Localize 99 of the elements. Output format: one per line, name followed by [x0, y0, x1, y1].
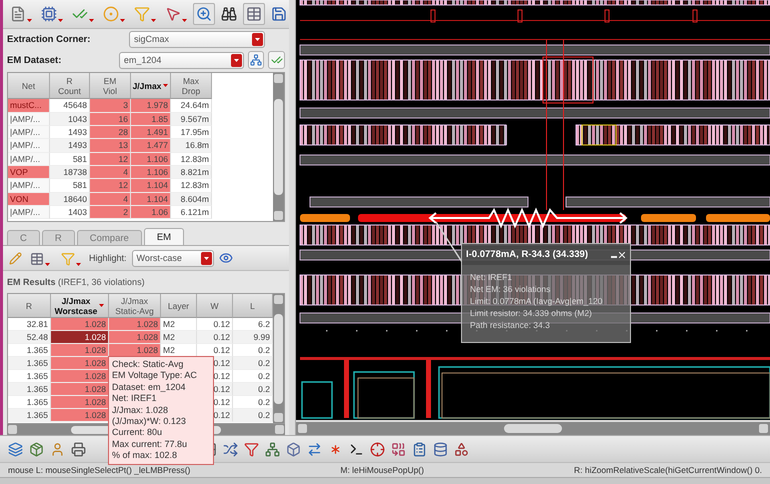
- table-cell: 0.2: [233, 409, 273, 422]
- table-cell: 581: [50, 152, 90, 166]
- tooltip-text: Current: 80u: [112, 427, 164, 439]
- highlight-label: Highlight:: [89, 253, 127, 264]
- table-cell: 1.028: [51, 318, 109, 331]
- tooltip-text: Dataset: em_1204: [112, 382, 187, 394]
- table-cell: 1.104: [131, 179, 171, 192]
- table-cell: 1.028: [51, 409, 109, 422]
- table-cell: 12: [90, 179, 131, 192]
- table-cell: 13: [90, 139, 131, 153]
- table-cell: 0.2: [233, 396, 273, 409]
- table-cell: 1.106: [131, 166, 171, 180]
- table-cell: 8.821m: [171, 166, 212, 180]
- table-cell: 4: [90, 166, 131, 180]
- table-cell: 6.2: [233, 318, 273, 331]
- table-cell: 9.567m: [171, 112, 212, 126]
- table-cell: 18640: [50, 192, 90, 206]
- table-cell: 1.028: [109, 331, 161, 344]
- table-cell: 1.106: [131, 152, 171, 166]
- table-cell: 18738: [50, 166, 90, 180]
- table-cell: 2: [90, 206, 131, 220]
- table-cell: 1.477: [131, 139, 171, 153]
- table-cell: |AMP/...: [8, 112, 50, 126]
- table-cell: 8.604m: [171, 192, 212, 206]
- table-cell: 0.2: [233, 370, 273, 383]
- table-cell: 1.104: [131, 192, 171, 206]
- table-cell: 1.491: [131, 126, 171, 140]
- popup-text: Net: IREF1: [470, 271, 514, 283]
- popup-text: Limit resistor: 34.339 ohms (M2): [470, 307, 593, 319]
- popup-text: Net EM: 36 violations: [470, 283, 552, 295]
- table-cell: 0.2: [233, 383, 273, 396]
- status-text: R: hiZoomRelativeScale(hiGetCurrentWindow() 0.: [574, 465, 762, 475]
- table-cell: 0.12: [197, 318, 233, 331]
- table-cell: 1.028: [51, 396, 109, 409]
- table-cell: 1.028: [51, 344, 109, 357]
- table-cell: |AMP/...: [8, 206, 50, 220]
- tooltip-text: Net: IREF1: [112, 393, 158, 405]
- table-cell: 1.028: [109, 318, 161, 331]
- status-text: M: leHiMousePopUp(): [340, 465, 424, 475]
- table-cell: M2: [161, 344, 197, 357]
- table-cell: 1.06: [131, 206, 171, 220]
- status-text: mouse L: mouseSingleSelectPt() _leLMBPress(): [8, 465, 190, 475]
- table-cell: 0.2: [233, 344, 273, 357]
- table-cell: 1.365: [8, 383, 51, 396]
- tooltip-text: J/Jmax: 1.028: [112, 404, 170, 416]
- field-label: EM Dataset:: [7, 54, 62, 66]
- table-cell: 9.99: [233, 331, 273, 344]
- table-cell: |AMP/...: [8, 126, 50, 140]
- table-cell: 45648: [50, 99, 90, 113]
- popup-text: Limit: 0.0778mA (Iavg-Avg|em_120: [470, 295, 604, 307]
- table-cell: 6.121m: [171, 206, 212, 220]
- table-cell: 1493: [50, 126, 90, 140]
- table-cell: 12: [90, 152, 131, 166]
- table-cell: VOP: [8, 166, 50, 180]
- table-cell: 1.028: [51, 370, 109, 383]
- table-cell: 1.028: [51, 357, 109, 370]
- tooltip-text: Check: Static-Avg: [112, 359, 184, 370]
- table-cell: |AMP/...: [8, 152, 50, 166]
- table-cell: 16.8m: [171, 139, 212, 153]
- table-cell: 52.48: [8, 331, 51, 344]
- table-cell: M2: [161, 318, 197, 331]
- table-cell: M2: [161, 331, 197, 344]
- table-cell: 1403: [50, 206, 90, 220]
- table-cell: |AMP/...: [8, 139, 50, 153]
- table-cell: 0.12: [197, 331, 233, 344]
- popup-title: I-0.0778mA, R-34.3 (34.339): [466, 249, 588, 260]
- table-cell: 0.2: [233, 357, 273, 370]
- table-cell: 1.028: [51, 383, 109, 396]
- table-cell: 1493: [50, 139, 90, 153]
- table-cell: 28: [90, 126, 131, 140]
- tooltip-text: (J/Jmax)*W: 0.123: [112, 416, 187, 428]
- table-cell: 1.365: [8, 409, 51, 422]
- table-cell: 581: [50, 179, 90, 192]
- table-cell: |AMP/...: [8, 179, 50, 192]
- table-cell: 12.83m: [171, 152, 212, 166]
- table-cell: 1.85: [131, 112, 171, 126]
- table-cell: 16: [90, 112, 131, 126]
- results-heading: EM Results (IREF1, 36 violations): [6, 276, 146, 289]
- table-cell: 1043: [50, 112, 90, 126]
- table-cell: 17.95m: [171, 126, 212, 140]
- table-cell: 24.64m: [171, 99, 212, 113]
- table-cell: 32.81: [8, 318, 51, 331]
- field-label: Extraction Corner:: [7, 34, 92, 45]
- table-cell: 1.028: [51, 331, 109, 344]
- table-cell: VON: [8, 192, 50, 206]
- tooltip-text: Max current: 77.8u: [112, 438, 188, 450]
- table-cell: 1.365: [8, 357, 51, 370]
- table-cell: 4: [90, 192, 131, 206]
- table-cell: 1.365: [8, 370, 51, 383]
- table-cell: 1.365: [8, 344, 51, 357]
- table-cell: 1.365: [8, 396, 51, 409]
- table-cell: 1.978: [131, 99, 171, 113]
- table-cell: 1.028: [109, 344, 161, 357]
- table-cell: mustC...: [8, 99, 50, 113]
- table-cell: 12.83m: [171, 179, 212, 192]
- tooltip-text: % of max: 102.8: [112, 450, 178, 462]
- popup-text: Path resistance: 34.3: [470, 319, 551, 331]
- table-cell: 3: [90, 99, 131, 113]
- tooltip-text: EM Voltage Type: AC: [112, 370, 198, 382]
